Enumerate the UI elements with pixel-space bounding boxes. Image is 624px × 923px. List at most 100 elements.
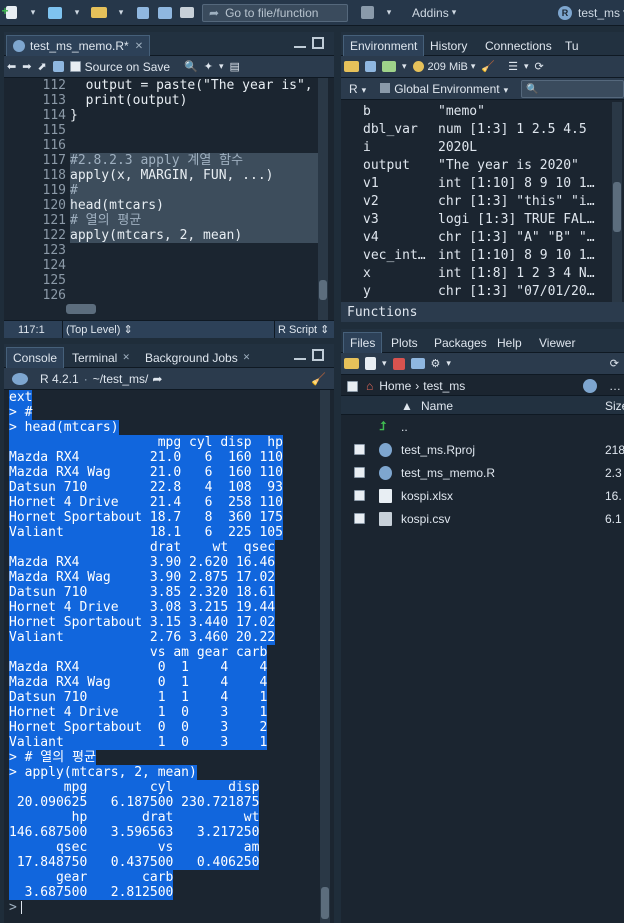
dropdown-arrow-icon[interactable]: ▾ — [380, 3, 398, 23]
compile-report-icon[interactable]: ▤ — [230, 58, 240, 76]
clear-broom-icon[interactable]: 🧹 — [481, 58, 495, 76]
file-checkbox[interactable] — [354, 444, 365, 455]
chevron-down-icon[interactable]: ▾ — [382, 355, 387, 373]
tab-terminal[interactable]: Terminal ✕ — [66, 347, 136, 368]
delete-file-icon[interactable] — [392, 355, 405, 373]
code-tools-wand-icon[interactable]: ✦ — [204, 58, 213, 76]
load-workspace-icon[interactable] — [344, 58, 359, 76]
tab-history[interactable]: History — [424, 35, 473, 56]
chevron-down-icon[interactable]: ▾ — [219, 58, 224, 76]
code-line[interactable]: apply(x, MARGIN, FUN, ...) — [70, 168, 318, 183]
search-icon[interactable]: 🔍 — [184, 58, 198, 76]
environment-scrollbar[interactable] — [612, 102, 622, 302]
tab-console[interactable]: Console — [6, 347, 65, 368]
new-blank-file-icon[interactable] — [365, 355, 376, 373]
home-icon[interactable]: ⌂ — [366, 379, 373, 393]
close-icon[interactable]: ✕ — [135, 41, 143, 52]
memory-usage[interactable]: 209 MiB ▾ — [412, 58, 475, 76]
code-line[interactable]: } — [70, 108, 318, 123]
console-prompt[interactable]: > — [9, 900, 17, 915]
file-type-menu[interactable]: R Script ⇕ — [278, 323, 329, 336]
scope-menu[interactable]: (Top Level) ⇕ — [66, 323, 133, 336]
environment-search-input[interactable]: 🔍 — [521, 79, 624, 98]
code-area[interactable]: 112 113 114 115 116 117 118 119 120 121 122 123 124 1… — [4, 78, 334, 320]
import-dataset-icon[interactable] — [382, 58, 396, 76]
tab-tutorial[interactable]: Tu — [559, 35, 585, 56]
minimize-pane-icon[interactable] — [294, 352, 306, 360]
addins-menu[interactable]: Addins ▾ — [412, 3, 456, 23]
tab-connections[interactable]: Connections — [479, 35, 558, 56]
console-output[interactable]: ext > # > head(mtcars) mpg cyl disp hp Mazd… — [4, 390, 322, 923]
save-icon[interactable] — [134, 3, 152, 23]
code-line[interactable]: output = paste("The year is", — [70, 78, 318, 93]
save-workspace-icon[interactable] — [365, 58, 376, 76]
editor-scrollbar[interactable] — [318, 78, 328, 320]
tab-plots[interactable]: Plots — [385, 332, 424, 353]
code-line[interactable]: #2.8.2.3 apply 계열 함수 — [70, 153, 318, 168]
tab-packages[interactable]: Packages — [428, 332, 493, 353]
show-in-window-icon[interactable]: ⬈ — [37, 58, 46, 76]
dropdown-arrow-icon[interactable]: ▾ — [112, 3, 130, 23]
project-menu[interactable]: Rtest_ms▾ — [558, 3, 624, 23]
file-name-link[interactable]: test_ms.Rproj — [401, 443, 475, 457]
code-line[interactable] — [70, 123, 318, 138]
refresh-icon[interactable]: ⟳ — [610, 355, 619, 373]
file-row[interactable]: test_ms.Rproj 218 — [341, 438, 624, 461]
rename-file-icon[interactable] — [410, 355, 425, 373]
minimize-pane-icon[interactable] — [294, 40, 306, 48]
code-line[interactable]: apply(mtcars, 2, mean) — [70, 228, 318, 243]
code-line[interactable]: head(mtcars) — [70, 198, 318, 213]
tab-background-jobs[interactable]: Background Jobs ✕ — [139, 347, 256, 368]
file-name-link[interactable]: test_ms_memo.R — [401, 466, 495, 480]
file-checkbox[interactable] — [354, 467, 365, 478]
chevron-down-icon[interactable]: ▾ — [402, 58, 407, 76]
go-to-directory-icon[interactable]: ➦ — [152, 372, 162, 386]
select-all-checkbox[interactable] — [347, 380, 358, 392]
source-on-save-checkbox[interactable] — [69, 61, 81, 72]
horizontal-scrollbar[interactable] — [66, 304, 96, 314]
name-column-header[interactable]: Name — [421, 399, 453, 413]
tab-help[interactable]: Help — [491, 332, 528, 353]
code-line[interactable] — [70, 273, 318, 288]
tab-files[interactable]: Files — [343, 332, 383, 353]
r-project-icon[interactable] — [583, 379, 597, 393]
open-folder-icon[interactable] — [90, 3, 108, 23]
tab-viewer[interactable]: Viewer — [533, 332, 581, 353]
tab-test-ms-memo[interactable]: test_ms_memo.R* ✕ — [6, 35, 151, 56]
code-line[interactable]: # 열의 평균 — [70, 213, 318, 228]
maximize-pane-icon[interactable] — [312, 349, 324, 361]
file-row[interactable]: kospi.xlsx 16. — [341, 484, 624, 507]
tab-environment[interactable]: Environment — [343, 35, 425, 56]
new-project-icon[interactable] — [46, 3, 64, 23]
global-environment-menu[interactable]: Global Environment ▾ — [380, 82, 508, 96]
save-all-icon[interactable] — [156, 3, 174, 23]
code-line[interactable] — [70, 243, 318, 258]
code-line[interactable]: print(output) — [70, 93, 318, 108]
new-folder-icon[interactable] — [344, 355, 359, 373]
dropdown-arrow-icon[interactable]: ▾ — [24, 3, 42, 23]
list-view-icon[interactable]: ☰ — [508, 58, 518, 76]
dropdown-arrow-icon[interactable]: ▾ — [68, 3, 86, 23]
code-line[interactable] — [70, 258, 318, 273]
go-to-file-input[interactable]: ➦ Go to file/function — [202, 3, 348, 22]
code-line[interactable] — [70, 288, 318, 303]
save-icon[interactable] — [52, 58, 64, 76]
file-row[interactable]: test_ms_memo.R 2.3 — [341, 461, 624, 484]
clear-console-broom-icon[interactable]: 🧹 — [311, 372, 326, 386]
refresh-icon[interactable]: ⟳ — [535, 58, 544, 76]
breadcrumb-dir[interactable]: test_ms — [423, 379, 465, 393]
file-checkbox[interactable] — [354, 490, 365, 501]
more-gear-icon[interactable]: ⚙ — [431, 355, 441, 373]
size-column-header[interactable]: Size — [605, 399, 624, 413]
code-line[interactable] — [70, 138, 318, 153]
parent-dir-row[interactable]: ⮥ .. — [341, 415, 624, 438]
new-file-icon[interactable]: + — [2, 3, 20, 23]
print-icon[interactable] — [178, 3, 196, 23]
maximize-pane-icon[interactable] — [312, 37, 324, 49]
code-line[interactable]: # — [70, 183, 318, 198]
breadcrumb-home[interactable]: Home — [379, 379, 411, 393]
more-icon[interactable]: … — [609, 379, 621, 393]
language-menu[interactable]: R ▾ — [349, 82, 366, 96]
forward-arrow-icon[interactable]: ➡ — [22, 58, 31, 76]
file-name-link[interactable]: kospi.xlsx — [401, 489, 453, 503]
